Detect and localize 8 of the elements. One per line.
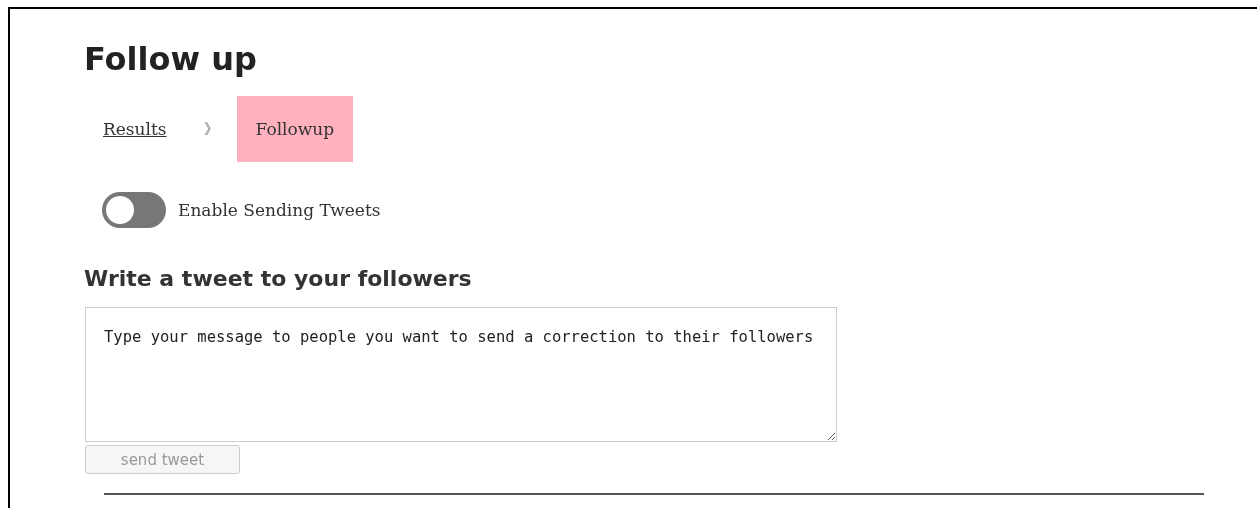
toggle-label: Enable Sending Tweets	[178, 200, 381, 220]
tweet-input-field[interactable]: Type your message to people you want to send a correction to their followers	[85, 307, 837, 442]
section-heading: Write a tweet to your followers	[84, 266, 472, 291]
breadcrumb-link[interactable]: Followup	[236, 96, 354, 162]
breadcrumb-separator: 》	[203, 119, 219, 139]
breadcrumb-link[interactable]: Results	[84, 96, 186, 162]
toggle-switch[interactable]	[102, 192, 166, 228]
page-title: Follow up	[84, 39, 257, 80]
